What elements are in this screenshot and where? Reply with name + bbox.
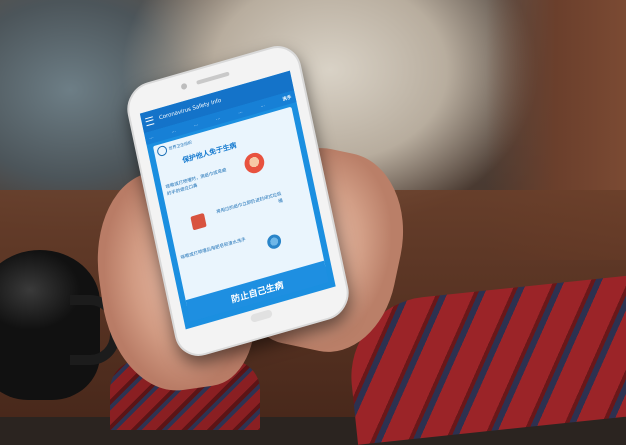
tab-2[interactable]: … — [171, 128, 176, 134]
tab-3[interactable]: … — [193, 122, 198, 128]
front-camera — [180, 82, 188, 91]
sneezing-person-icon — [242, 150, 267, 176]
hamburger-menu-icon[interactable] — [144, 116, 155, 127]
advice-wash-hands: 咳嗽或打喷嚏后用肥皂和清水洗手 — [180, 237, 247, 261]
tab-1[interactable]: … — [149, 134, 154, 140]
phone-screen: Coronavirus Safety Info … … … … … … 洗手 世… — [139, 70, 336, 330]
tab-4[interactable]: … — [215, 115, 220, 121]
home-button[interactable] — [250, 309, 273, 323]
tab-handwashing[interactable]: 洗手 — [282, 94, 292, 102]
tab-6[interactable]: … — [260, 102, 265, 108]
advice-cover-mouth: 咳嗽或打喷嚏时，用纸巾或弯曲的手肘遮住口鼻 — [165, 168, 227, 198]
who-caption: 世界卫生组织 — [168, 139, 193, 152]
trash-bin-icon — [190, 212, 207, 231]
who-logo-icon — [156, 144, 168, 158]
advice-dispose-tissue: 将用过的纸巾立即扔进封闭式垃圾桶 — [216, 191, 284, 216]
handwashing-icon — [265, 232, 283, 251]
tab-5[interactable]: … — [238, 109, 243, 115]
earpiece-speaker — [196, 71, 230, 85]
